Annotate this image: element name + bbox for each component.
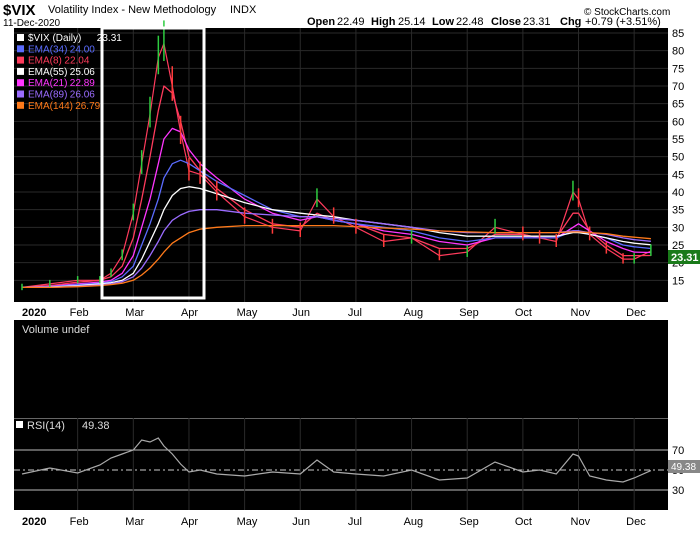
price-panel [14,28,668,302]
x-tick-label: May [237,307,258,319]
legend-swatch [17,79,24,87]
rsi-legend-swatch [16,421,23,428]
legend-swatch [17,45,24,53]
high-label: High [371,16,396,28]
x-tick-label: Jun [292,307,310,319]
x-tick-label: Apr [181,307,198,319]
volume-label: Volume undef [22,324,90,336]
x-tick-label: Jul [348,516,362,528]
open-label: Open [307,16,335,28]
watermark: © StockCharts.com [584,7,670,18]
high-value: 25.14 [398,16,426,28]
legend-swatch [17,56,24,64]
legend-swatch [17,90,24,98]
price-y-tick-label: 30 [672,222,684,234]
rsi-y-tick-label: 30 [672,485,684,497]
x-tick-label: Nov [571,516,591,528]
x-tick-label: Mar [125,516,144,528]
last-price-tag: 23.31 [668,250,700,264]
x-tick-label: Mar [125,307,144,319]
quote-date: 11-Dec-2020 [3,18,61,29]
x-tick-label: Aug [404,516,424,528]
instrument-name: Volatility Index - New Methodology [48,4,217,16]
legend-label: EMA(89) [28,90,67,101]
stockchart: $VIX Volatility Index - New Methodology … [0,0,700,530]
x-tick-label: Feb [70,307,89,319]
symbol: $VIX [3,2,36,19]
legend-label: EMA(8) [28,56,62,67]
x-tick-label: Oct [515,307,532,319]
price-y-tick-label: 80 [672,46,684,58]
rsi-last-tag-text: 49.38 [671,462,696,473]
price-y-tick-label: 85 [672,28,684,40]
price-y-tick-label: 35 [672,205,684,217]
legend-value: 24.00 [70,44,95,55]
volume-panel [14,320,668,418]
close-label: Close [491,16,521,28]
legend-swatch [17,34,24,41]
legend-value: 26.06 [70,90,95,101]
x-axis-price: 2020 Feb Mar Apr May Jun Jul Aug Sep Oct Nov Dec [22,307,646,319]
legend-swatch [17,67,24,75]
price-y-tick-label: 50 [672,152,684,164]
low-value: 22.48 [456,16,484,28]
legend-label: EMA(34) [28,44,67,55]
price-y-tick-label: 65 [672,99,684,111]
x-tick-label: Sep [459,516,479,528]
price-y-tick-label: 75 [672,63,684,75]
open-value: 22.49 [337,16,365,28]
rsi-legend: RSI(14) 49.38 [16,420,110,432]
x-tick-label: Jul [348,307,362,319]
legend-label: EMA(21) [28,78,67,89]
rsi-value: 49.38 [82,420,110,432]
last-price-tag-text: 23.31 [671,252,699,264]
legend-swatch [17,101,24,109]
x-axis-bottom: 2020 Feb Mar Apr May Jun Jul Aug Sep Oct Nov Dec [22,516,646,528]
x-tick-label: Sep [459,307,479,319]
x-tick-label: May [237,516,258,528]
x-tick-label: 2020 [22,307,46,319]
legend-value: 22.04 [64,56,89,67]
chart-svg: $VIX Volatility Index - New Methodology … [3,2,700,528]
rsi-y-tick-label: 70 [672,445,684,457]
price-y-tick-label: 15 [672,275,684,287]
price-y-axis: 152025303540455055606570758085 [672,28,684,287]
legend-value: 23.31 [97,33,122,44]
price-y-tick-label: 55 [672,134,684,146]
legend-value: 26.79 [75,101,100,112]
legend-label: EMA(55) [28,67,67,78]
x-tick-label: Dec [626,307,646,319]
x-tick-label: Jun [292,516,310,528]
low-label: Low [432,16,454,28]
x-tick-label: 2020 [22,516,46,528]
rsi-label: RSI(14) [27,420,65,432]
exchange: INDX [230,4,257,16]
chg-label: Chg [560,16,581,28]
x-tick-label: Apr [181,516,198,528]
x-tick-label: Nov [571,307,591,319]
x-tick-label: Oct [515,516,532,528]
x-tick-label: Dec [626,516,646,528]
close-value: 23.31 [523,16,551,28]
price-y-tick-label: 40 [672,187,684,199]
price-y-tick-label: 45 [672,169,684,181]
x-tick-label: Aug [404,307,424,319]
price-y-tick-label: 60 [672,116,684,128]
price-y-tick-label: 70 [672,81,684,93]
legend-value: 25.06 [70,67,95,78]
legend-value: 22.89 [70,78,95,89]
rsi-last-tag: 49.38 [668,460,700,473]
legend-label: EMA(144) [28,101,73,112]
legend-label: $VIX (Daily) [28,33,81,44]
rsi-panel [14,418,668,510]
x-tick-label: Feb [70,516,89,528]
